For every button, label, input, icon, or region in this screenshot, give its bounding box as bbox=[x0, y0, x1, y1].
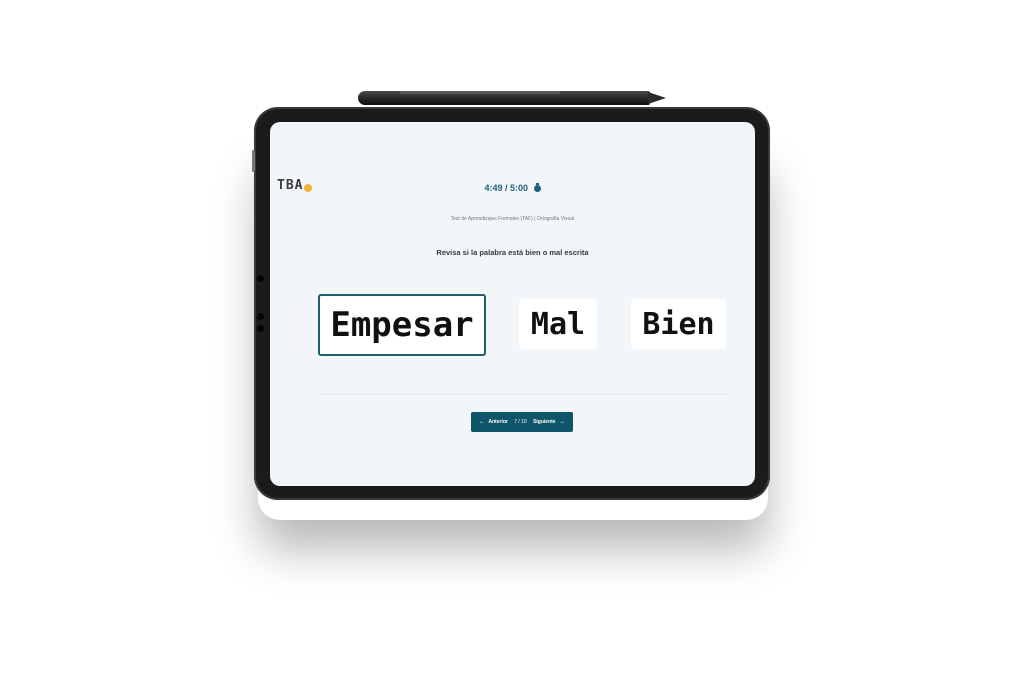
stopwatch-icon bbox=[533, 183, 541, 192]
arrow-left-icon: ← bbox=[479, 419, 485, 425]
previous-button[interactable]: ← Anterior bbox=[477, 419, 508, 425]
question-prompt: Revisa si la palabra está bien o mal esc… bbox=[436, 248, 589, 257]
test-subtitle: Test de Aprendizajes Formales (TAF) | Or… bbox=[450, 216, 575, 222]
tablet-screen: TBA 4:49 / 5:00 Test de Aprendizajes For… bbox=[270, 122, 755, 486]
next-label: Siguiente bbox=[533, 419, 556, 425]
next-button[interactable]: Siguiente → bbox=[533, 419, 567, 425]
scene: TBA 4:49 / 5:00 Test de Aprendizajes For… bbox=[0, 0, 1024, 683]
stylus-tip bbox=[648, 92, 666, 104]
stylus-flat-edge bbox=[400, 91, 560, 94]
tablet-camera-dot bbox=[257, 275, 264, 282]
previous-label: Anterior bbox=[488, 419, 508, 425]
arrow-right-icon: → bbox=[558, 419, 565, 425]
tablet-side-button bbox=[252, 150, 255, 172]
countdown-timer: 4:49 / 5:00 bbox=[270, 183, 755, 193]
page-counter: 7 / 10 bbox=[514, 419, 527, 425]
divider bbox=[320, 394, 727, 395]
timer-text: 4:49 / 5:00 bbox=[484, 183, 528, 193]
pagination-bar: ← Anterior 7 / 10 Siguiente → bbox=[471, 412, 573, 432]
tablet-sensor-dot bbox=[257, 325, 264, 332]
option-bien-button[interactable]: Bien bbox=[631, 299, 726, 349]
option-mal-button[interactable]: Mal bbox=[519, 299, 597, 349]
word-card: Empesar bbox=[318, 294, 486, 356]
tablet-sensor-dot bbox=[257, 313, 264, 320]
